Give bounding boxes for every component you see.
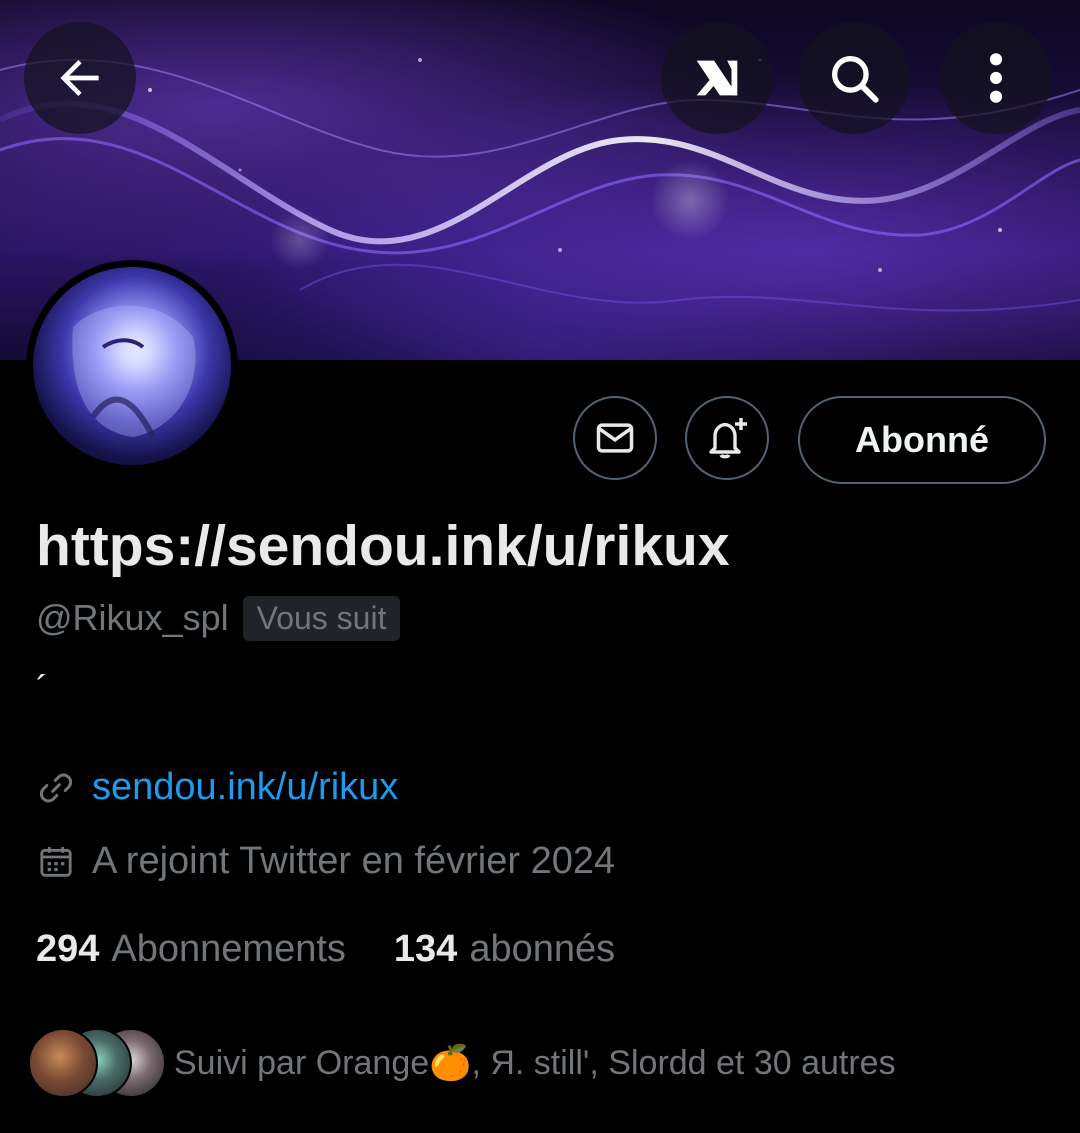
- followed-by-text: Suivi par Orange🍊, Я. still', Slordd et …: [174, 1044, 896, 1082]
- profile-display-name: https://sendou.ink/u/rikux: [36, 514, 730, 578]
- notifications-button[interactable]: [685, 396, 769, 480]
- profile-avatar[interactable]: [26, 260, 238, 472]
- link-icon: [36, 768, 76, 808]
- more-options-button[interactable]: [940, 22, 1052, 134]
- search-icon: [832, 56, 879, 103]
- mail-icon: [596, 423, 634, 453]
- profile-handle: @Rikux_spl: [36, 597, 229, 638]
- profile-bio: ´: [36, 668, 48, 709]
- message-button[interactable]: [573, 396, 657, 480]
- calendar-icon: [36, 842, 76, 882]
- grok-button[interactable]: [661, 22, 773, 134]
- following-count: 294: [36, 928, 100, 970]
- arrow-left-icon: [60, 60, 99, 96]
- avatar-art: [72, 305, 196, 439]
- mutual-avatar: [28, 1028, 98, 1098]
- mutual-avatars: [28, 1028, 166, 1098]
- followers-label: abonnés: [469, 928, 616, 970]
- follow-stats: 294 Abonnements 134 abonnés: [36, 928, 615, 971]
- join-date: A rejoint Twitter en février 2024: [92, 840, 616, 882]
- following-label: Abonnements: [111, 928, 346, 970]
- join-date-row: A rejoint Twitter en février 2024: [36, 840, 615, 883]
- following-button[interactable]: Abonné: [798, 396, 1046, 484]
- following-stat[interactable]: 294 Abonnements: [36, 928, 346, 971]
- followers-you-know[interactable]: Suivi par Orange🍊, Я. still', Slordd et …: [28, 1028, 896, 1098]
- website-row: sendou.ink/u/rikux: [36, 766, 398, 809]
- follows-you-badge: Vous suit: [242, 595, 401, 641]
- back-button[interactable]: [24, 22, 136, 134]
- bell-plus-icon: [709, 418, 747, 459]
- followers-count: 134: [393, 928, 458, 970]
- handle-row: @Rikux_spl Vous suit: [36, 592, 401, 644]
- search-button[interactable]: [798, 22, 910, 134]
- grok-icon: [696, 60, 738, 96]
- avatar-image: [33, 267, 231, 465]
- website-link[interactable]: sendou.ink/u/rikux: [92, 766, 398, 809]
- followers-stat[interactable]: 134 abonnés: [394, 928, 615, 971]
- more-vertical-icon: [989, 53, 1003, 103]
